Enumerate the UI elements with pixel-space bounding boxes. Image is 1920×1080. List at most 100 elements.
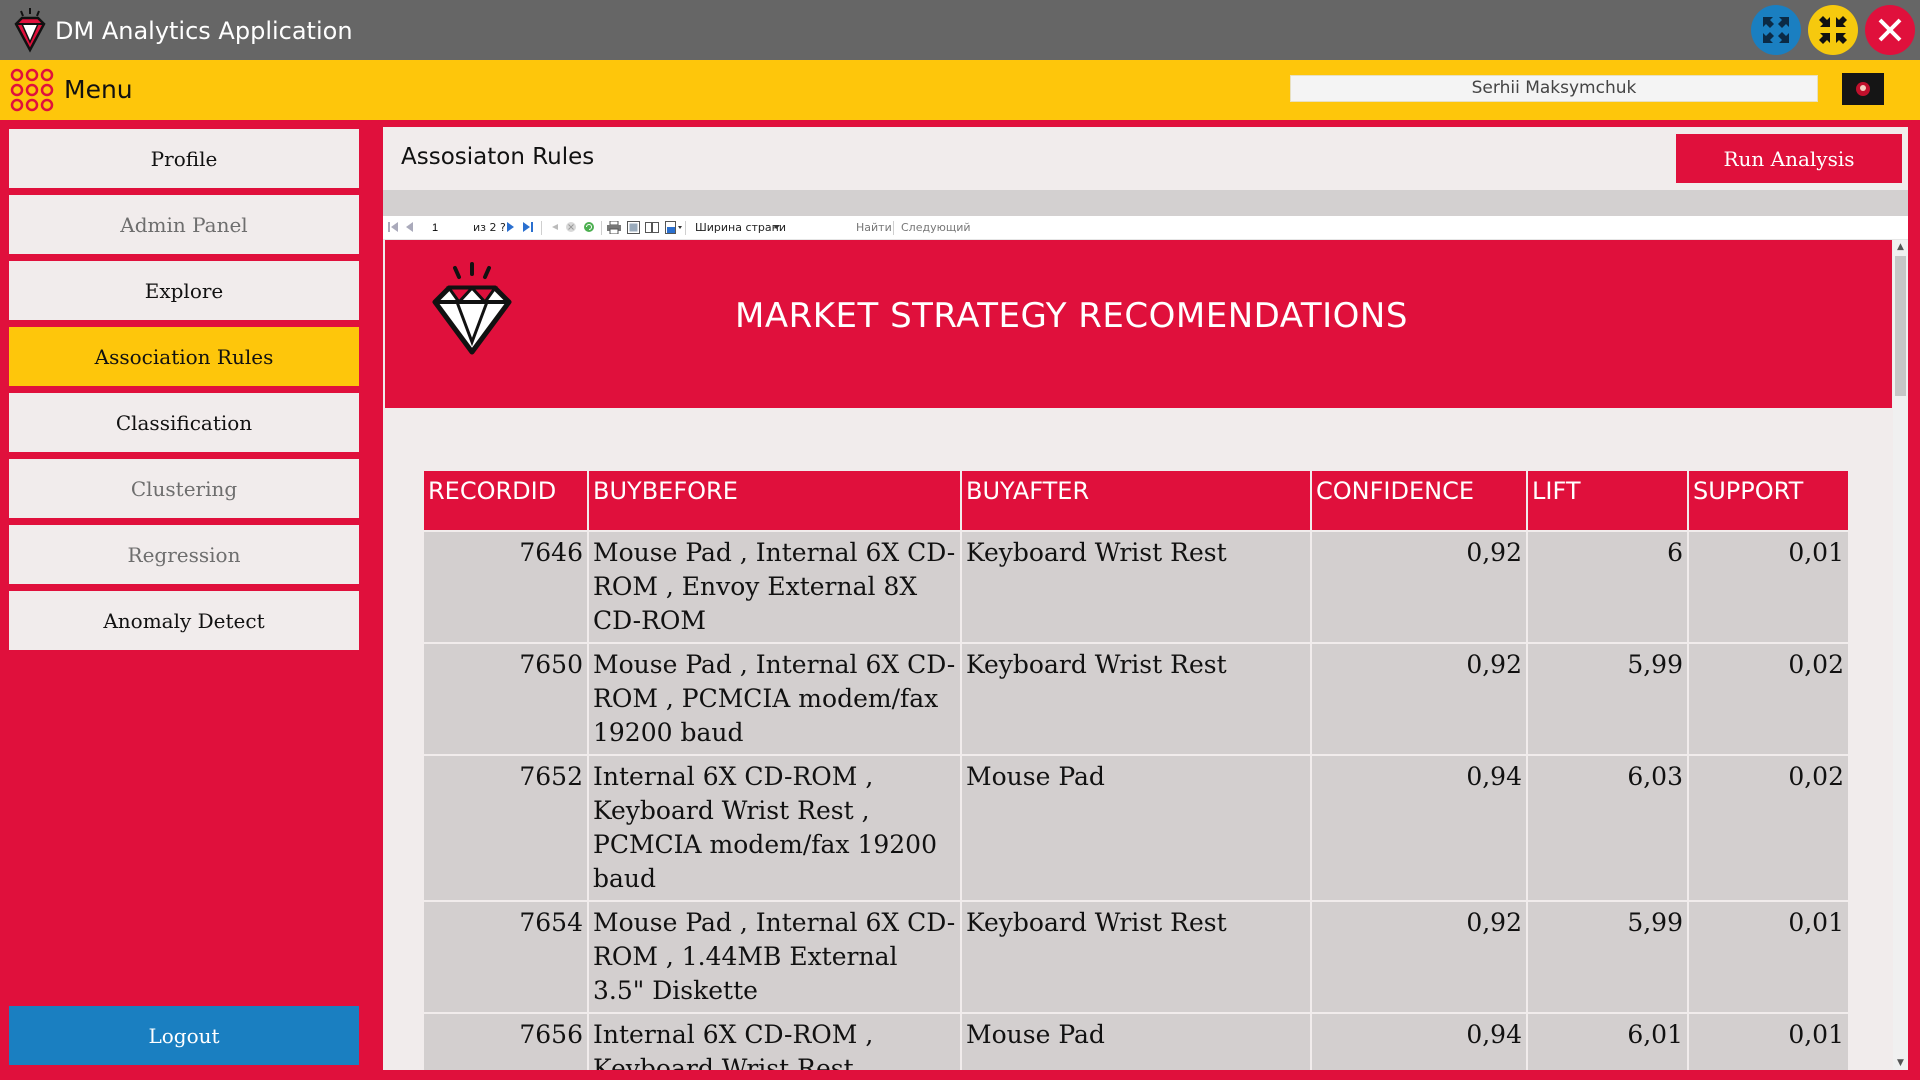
cell-confidence: 0,94: [1310, 754, 1528, 902]
toolbar-separator: [541, 221, 542, 235]
title-bar: DM Analytics Application: [0, 0, 1920, 60]
next-page-icon[interactable]: [507, 221, 515, 233]
cell-buyafter: Mouse Pad: [960, 1012, 1312, 1070]
table-row: 7652 Internal 6X CD-ROM , Keyboard Wrist…: [422, 754, 1850, 902]
table-header-row: RECORDID BUYBEFORE BUYAFTER CONFIDENCE L…: [422, 471, 1850, 531]
cell-confidence: 0,92: [1310, 530, 1528, 644]
menu-bar: Menu Serhii Maksymchuk: [0, 60, 1920, 120]
sidebar-item-profile[interactable]: Profile: [9, 129, 359, 188]
maximize-button[interactable]: [1751, 5, 1801, 55]
toolbar-separator: [601, 221, 602, 235]
page-count-label: из 2 ?: [473, 221, 506, 234]
cell-recordid: 7646: [422, 530, 589, 644]
rules-table: RECORDID BUYBEFORE BUYAFTER CONFIDENCE L…: [422, 471, 1850, 1070]
report-title: MARKET STRATEGY RECOMENDATIONS: [735, 296, 1408, 336]
report-banner: MARKET STRATEGY RECOMENDATIONS: [385, 240, 1892, 408]
cell-buybefore: Mouse Pad , Internal 6X CD-ROM , PCMCIA …: [587, 642, 962, 756]
sidebar-item-clustering[interactable]: Clustering: [9, 459, 359, 518]
toolbar-separator: [685, 221, 686, 235]
app-title: DM Analytics Application: [55, 17, 353, 45]
cell-buyafter: Keyboard Wrist Rest: [960, 900, 1312, 1014]
cell-support: 0,01: [1687, 900, 1850, 1014]
table-row: 7650 Mouse Pad , Internal 6X CD-ROM , PC…: [422, 642, 1850, 756]
sidebar-item-explore[interactable]: Explore: [9, 261, 359, 320]
report-content: MARKET STRATEGY RECOMENDATIONS RECORDID …: [383, 240, 1893, 1070]
column-header: BUYBEFORE: [587, 471, 962, 531]
expand-arrows-icon: [1763, 17, 1789, 43]
diamond-logo-icon: [14, 8, 46, 53]
scroll-thumb[interactable]: [1895, 256, 1906, 396]
first-page-icon[interactable]: [388, 221, 398, 233]
column-header: BUYAFTER: [960, 471, 1312, 531]
chevron-down-icon[interactable]: [773, 225, 780, 230]
menu-grid-icon[interactable]: [10, 68, 54, 112]
column-header: LIFT: [1526, 471, 1689, 531]
last-page-icon[interactable]: [523, 221, 533, 233]
run-analysis-button[interactable]: Run Analysis: [1676, 134, 1902, 183]
print-layout-icon[interactable]: [627, 221, 640, 234]
cell-recordid: 7650: [422, 642, 589, 756]
cell-buyafter: Keyboard Wrist Rest: [960, 530, 1312, 644]
page-setup-icon[interactable]: [645, 221, 659, 234]
cell-buyafter: Keyboard Wrist Rest: [960, 642, 1312, 756]
table-row: 7646 Mouse Pad , Internal 6X CD-ROM , En…: [422, 530, 1850, 644]
column-header: SUPPORT: [1687, 471, 1850, 531]
prev-page-icon[interactable]: [405, 221, 413, 233]
cell-lift: 6,03: [1526, 754, 1689, 902]
menu-label[interactable]: Menu: [64, 75, 133, 104]
cell-confidence: 0,94: [1310, 1012, 1528, 1070]
export-icon[interactable]: [665, 221, 683, 234]
scroll-up-icon[interactable]: ▲: [1893, 240, 1908, 254]
cell-lift: 5,99: [1526, 900, 1689, 1014]
user-avatar-icon: [1856, 82, 1870, 96]
close-icon: [1878, 18, 1902, 42]
cell-recordid: 7654: [422, 900, 589, 1014]
stop-icon[interactable]: [565, 221, 577, 233]
cell-buyafter: Mouse Pad: [960, 754, 1312, 902]
sidebar-item-association-rules[interactable]: Association Rules: [9, 327, 359, 386]
report-scrollbar[interactable]: ▲ ▼: [1893, 240, 1908, 1070]
cell-recordid: 7652: [422, 754, 589, 902]
sidebar-item-anomaly-detect[interactable]: Anomaly Detect: [9, 591, 359, 650]
cell-buybefore: Mouse Pad , Internal 6X CD-ROM , Envoy E…: [587, 530, 962, 644]
print-icon[interactable]: [607, 221, 621, 234]
find-next-link[interactable]: Следующий: [901, 221, 971, 234]
column-header: RECORDID: [422, 471, 589, 531]
cell-support: 0,02: [1687, 754, 1850, 902]
table-row: 7654 Mouse Pad , Internal 6X CD-ROM , 1.…: [422, 900, 1850, 1014]
sidebar: Profile Admin Panel Explore Association …: [0, 120, 370, 1080]
sidebar-item-classification[interactable]: Classification: [9, 393, 359, 452]
cell-buybefore: Internal 6X CD-ROM , Keyboard Wrist Rest…: [587, 754, 962, 902]
avatar[interactable]: [1842, 73, 1884, 105]
cell-confidence: 0,92: [1310, 900, 1528, 1014]
diamond-logo-icon: [432, 262, 512, 355]
toolbar-separator: [893, 221, 894, 235]
report-viewer: из 2 ? Ширина страни Найти Следующий: [383, 216, 1908, 1070]
cell-support: 0,01: [1687, 530, 1850, 644]
user-name-field: Serhii Maksymchuk: [1290, 75, 1818, 102]
divider-strip: [383, 190, 1908, 216]
cell-support: 0,02: [1687, 642, 1850, 756]
cell-lift: 6,01: [1526, 1012, 1689, 1070]
page-number-input[interactable]: [429, 219, 459, 237]
main-panel: Assosiaton Rules Run Analysis из 2 ? Шир…: [383, 127, 1908, 1070]
cell-buybefore: Internal 6X CD-ROM , Keyboard Wrist Rest…: [587, 1012, 962, 1070]
refresh-icon[interactable]: [583, 221, 595, 233]
find-link[interactable]: Найти: [856, 221, 892, 234]
column-header: CONFIDENCE: [1310, 471, 1528, 531]
minimize-button[interactable]: [1808, 5, 1858, 55]
sidebar-item-admin-panel[interactable]: Admin Panel: [9, 195, 359, 254]
logout-button[interactable]: Logout: [9, 1006, 359, 1065]
cell-recordid: 7656: [422, 1012, 589, 1070]
report-toolbar: из 2 ? Ширина страни Найти Следующий: [383, 216, 1908, 240]
sidebar-item-regression[interactable]: Regression: [9, 525, 359, 584]
close-button[interactable]: [1865, 5, 1915, 55]
scroll-down-icon[interactable]: ▼: [1893, 1056, 1908, 1070]
table-row: 7656 Internal 6X CD-ROM , Keyboard Wrist…: [422, 1012, 1850, 1070]
cell-lift: 5,99: [1526, 642, 1689, 756]
cell-buybefore: Mouse Pad , Internal 6X CD-ROM , 1.44MB …: [587, 900, 962, 1014]
back-icon[interactable]: [549, 221, 559, 233]
collapse-arrows-icon: [1819, 16, 1847, 44]
page-title: Assosiaton Rules: [401, 144, 595, 170]
cell-support: 0,01: [1687, 1012, 1850, 1070]
